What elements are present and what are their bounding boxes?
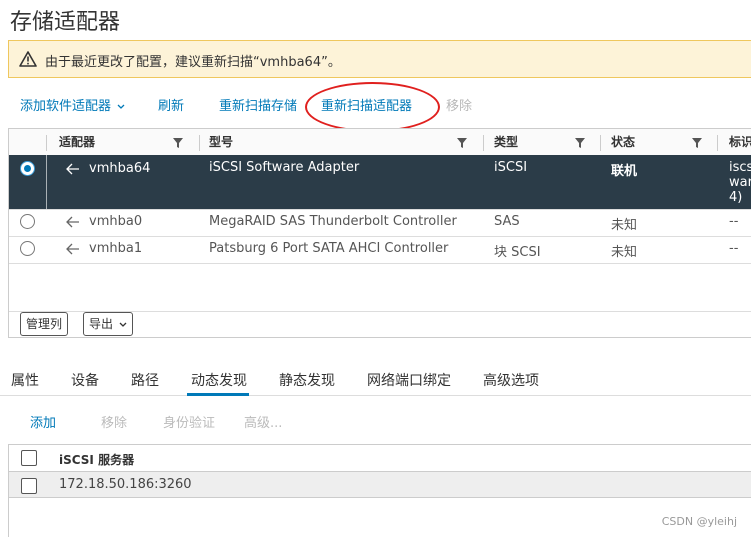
- cell-model: iSCSI Software Adapter: [209, 160, 360, 175]
- table-row[interactable]: vmhba0 MegaRAID SAS Thunderbolt Controll…: [9, 209, 751, 237]
- watermark-text: CSDN @yleihj: [661, 515, 737, 528]
- storage-adapter-icon: [66, 163, 79, 175]
- cell-adapter: vmhba1: [89, 241, 143, 256]
- remove-button[interactable]: 移除: [446, 95, 472, 114]
- cell-id: 4): [729, 190, 743, 205]
- advanced-button[interactable]: 高级...: [244, 412, 282, 431]
- export-label: 导出: [89, 317, 114, 331]
- cell-id: --: [729, 214, 739, 229]
- highlight-ellipse: [305, 82, 440, 132]
- cell-id: war: [729, 175, 751, 190]
- column-separator: [483, 135, 484, 151]
- table-row[interactable]: vmhba64 iSCSI Software Adapter iSCSI 联机 …: [9, 155, 751, 210]
- warning-banner: 由于最近更改了配置，建议重新扫描“vmhba64”。: [8, 40, 751, 78]
- cell-server-address: 172.18.50.186:3260: [59, 477, 192, 492]
- chevron-down-icon: [117, 104, 125, 109]
- row-checkbox[interactable]: [21, 478, 37, 494]
- filter-icon[interactable]: [575, 138, 585, 148]
- authentication-button[interactable]: 身份验证: [163, 412, 215, 431]
- grid-header: [9, 129, 751, 156]
- table-row[interactable]: 172.18.50.186:3260: [9, 472, 751, 498]
- column-separator: [46, 135, 47, 151]
- tab-network-port-binding[interactable]: 网络端口绑定: [367, 370, 451, 390]
- cell-type: 块 SCSI: [494, 245, 541, 260]
- cell-model: MegaRAID SAS Thunderbolt Controller: [209, 214, 457, 229]
- selection-marker: [46, 155, 47, 209]
- tab-static-discovery[interactable]: 静态发现: [279, 370, 335, 390]
- cell-status: 未知: [611, 245, 638, 260]
- warning-triangle-icon: [19, 51, 37, 67]
- filter-icon[interactable]: [173, 138, 183, 148]
- rescan-storage-button[interactable]: 重新扫描存储: [219, 95, 297, 114]
- adapters-grid: 适配器 型号 类型 状态 标识 vmhba64 iSCSI Software A…: [8, 128, 751, 338]
- column-header-id[interactable]: 标识: [729, 129, 751, 155]
- row-radio[interactable]: [20, 241, 35, 256]
- cell-type: iSCSI: [494, 160, 528, 175]
- add-software-adapter-label: 添加软件适配器: [20, 99, 112, 114]
- filter-icon[interactable]: [692, 138, 702, 148]
- add-software-adapter-button[interactable]: 添加软件适配器: [20, 95, 125, 114]
- tab-paths[interactable]: 路径: [131, 370, 159, 390]
- tab-properties[interactable]: 属性: [11, 370, 39, 390]
- storage-adapter-icon: [66, 243, 79, 255]
- grid-header: iSCSI 服务器: [9, 445, 751, 472]
- cell-adapter: vmhba0: [89, 214, 143, 229]
- filter-icon[interactable]: [457, 138, 467, 148]
- row-radio[interactable]: [20, 214, 35, 229]
- column-separator: [717, 135, 718, 151]
- iscsi-servers-grid: iSCSI 服务器 172.18.50.186:3260: [8, 444, 751, 537]
- tab-dynamic-discovery[interactable]: 动态发现: [191, 370, 247, 390]
- cell-id: iscs: [729, 160, 751, 175]
- table-row[interactable]: vmhba1 Patsburg 6 Port SATA AHCI Control…: [9, 236, 751, 264]
- tabs-divider: [0, 395, 751, 396]
- cell-status: 未知: [611, 218, 638, 233]
- tab-devices[interactable]: 设备: [71, 370, 99, 390]
- warning-text: 由于最近更改了配置，建议重新扫描“vmhba64”。: [45, 55, 341, 70]
- storage-adapter-icon: [66, 216, 79, 228]
- manage-columns-button[interactable]: 管理列: [20, 312, 69, 336]
- column-header-type[interactable]: 类型: [494, 129, 518, 155]
- cell-adapter: vmhba64: [89, 161, 151, 176]
- cell-status: 联机: [611, 164, 638, 179]
- add-button[interactable]: 添加: [30, 412, 56, 431]
- column-separator: [199, 135, 200, 151]
- tab-advanced-options[interactable]: 高级选项: [483, 370, 539, 390]
- active-tab-indicator: [187, 393, 249, 396]
- column-header-status[interactable]: 状态: [611, 129, 635, 155]
- column-header-model[interactable]: 型号: [209, 129, 233, 155]
- column-header-iscsi-server[interactable]: iSCSI 服务器: [59, 451, 134, 468]
- chevron-down-icon: [119, 322, 127, 327]
- refresh-button[interactable]: 刷新: [158, 95, 184, 114]
- column-separator: [600, 135, 601, 151]
- row-radio-selected[interactable]: [20, 161, 35, 176]
- cell-model: Patsburg 6 Port SATA AHCI Controller: [209, 241, 449, 256]
- cell-type: SAS: [494, 214, 520, 229]
- remove-server-button[interactable]: 移除: [101, 412, 127, 431]
- column-header-adapter[interactable]: 适配器: [59, 129, 95, 155]
- cell-id: --: [729, 241, 739, 256]
- page-title: 存储适配器: [10, 10, 121, 35]
- select-all-checkbox[interactable]: [21, 450, 37, 466]
- export-button[interactable]: 导出: [83, 312, 133, 336]
